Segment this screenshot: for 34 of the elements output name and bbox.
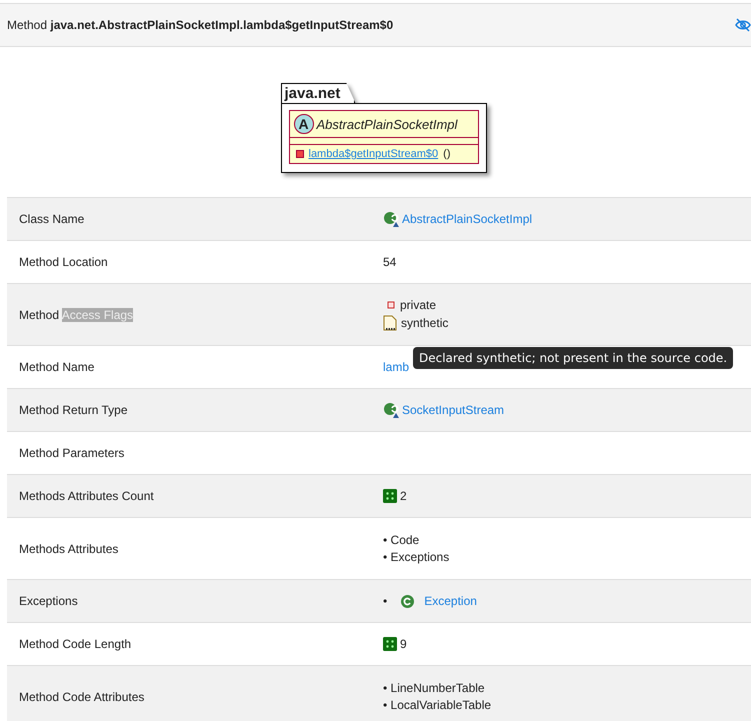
counter-icon	[383, 489, 397, 503]
property-label: Method Name	[19, 360, 96, 374]
property-label: Methods Attributes	[19, 542, 120, 556]
property-label: Method Code Length	[19, 637, 132, 651]
flag-text: private	[400, 298, 436, 312]
property-label: Method Parameters	[19, 446, 126, 460]
attribute-item: • Code	[383, 533, 420, 547]
property-label: Exceptions	[19, 594, 79, 608]
count-text: 9	[400, 637, 407, 651]
counter-icon	[383, 637, 397, 651]
attribute-item: • LineNumberTable	[383, 681, 486, 695]
property-label: Method Code Attributes	[19, 690, 146, 704]
method-link[interactable]: lamb	[383, 360, 410, 374]
class-link[interactable]: AbstractPlainSocketImpl	[402, 212, 532, 226]
class-link[interactable]: SocketInputStream	[402, 403, 504, 417]
property-label: Method Access Flags	[19, 308, 134, 322]
hide-icon[interactable]	[735, 18, 751, 32]
exception-link[interactable]: Exception	[424, 594, 477, 608]
count-text: 2	[400, 489, 407, 503]
flag-text: synthetic	[401, 316, 448, 330]
bullet-text: •	[383, 594, 388, 608]
value-text: 54	[383, 255, 398, 269]
class-icon	[383, 211, 399, 227]
tooltip: Declared synthetic; not present in the source code.	[413, 347, 734, 369]
attribute-item: • Exceptions	[383, 550, 450, 564]
property-label: Class Name	[19, 212, 86, 226]
page-title: Method java.net.AbstractPlainSocketImpl.lambda$getInputStream$0	[7, 18, 394, 32]
property-label: Method Location	[19, 255, 109, 269]
class-icon	[400, 594, 415, 608]
property-label: Methods Attributes Count	[19, 489, 155, 503]
class-icon	[383, 402, 399, 418]
attribute-item: • LocalVariableTable	[383, 698, 492, 712]
property-label: Method Return Type	[19, 403, 129, 417]
file-icon	[383, 315, 398, 331]
